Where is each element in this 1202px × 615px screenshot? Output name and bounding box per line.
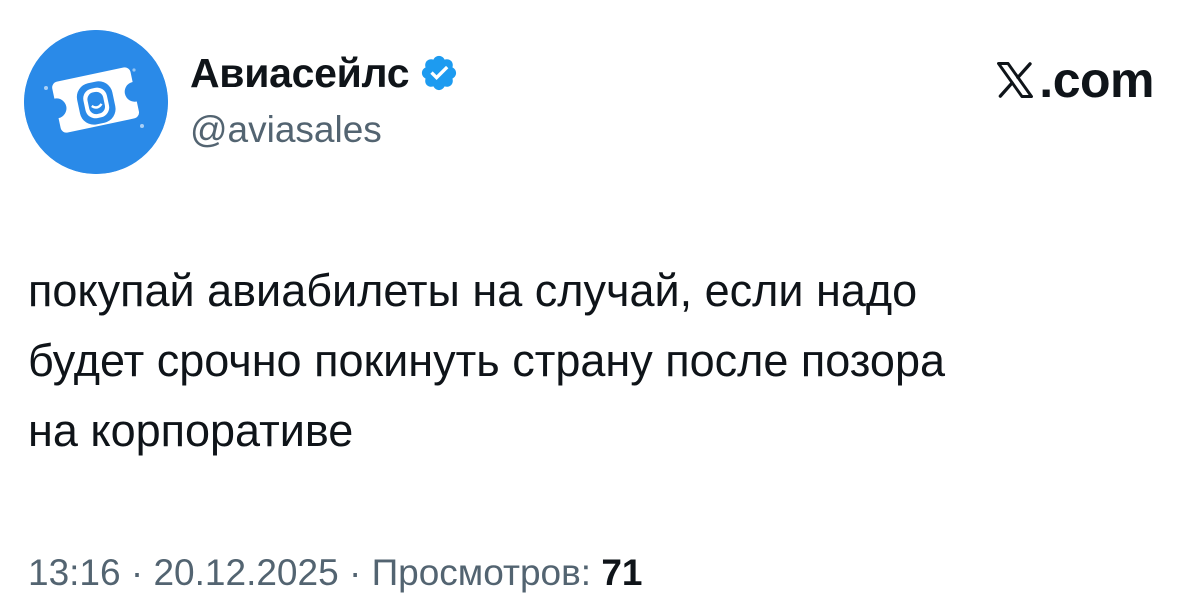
- meta-separator: ·: [120, 552, 154, 593]
- verified-badge-icon: [419, 53, 459, 93]
- views-label: Просмотров:: [371, 552, 592, 593]
- author-handle[interactable]: @aviasales: [190, 106, 382, 154]
- tweet-time[interactable]: 13:16: [28, 552, 121, 593]
- ticket-window-icon: [24, 30, 168, 174]
- tweet-meta: 13:16 · 20.12.2025 · Просмотров: 71: [28, 548, 643, 598]
- meta-separator: ·: [338, 552, 372, 593]
- tweet-text: покупай авиабилеты на случай, если надо …: [28, 256, 1178, 466]
- author-display-name[interactable]: Авиасейлс: [190, 48, 410, 98]
- site-domain-text: .com: [1039, 52, 1154, 108]
- views-count: 71: [601, 552, 643, 593]
- tweet-text-line: будет срочно покинуть страну после позор…: [28, 335, 946, 386]
- x-logo-icon: [997, 62, 1034, 98]
- author-name-row: Авиасейлс: [190, 48, 459, 98]
- avatar[interactable]: [24, 30, 168, 174]
- tweet-text-line: покупай авиабилеты на случай, если надо: [28, 265, 918, 316]
- tweet-date[interactable]: 20.12.2025: [153, 552, 338, 593]
- tweet-text-line: на корпоративе: [28, 405, 354, 456]
- site-logo: .com: [993, 52, 1154, 108]
